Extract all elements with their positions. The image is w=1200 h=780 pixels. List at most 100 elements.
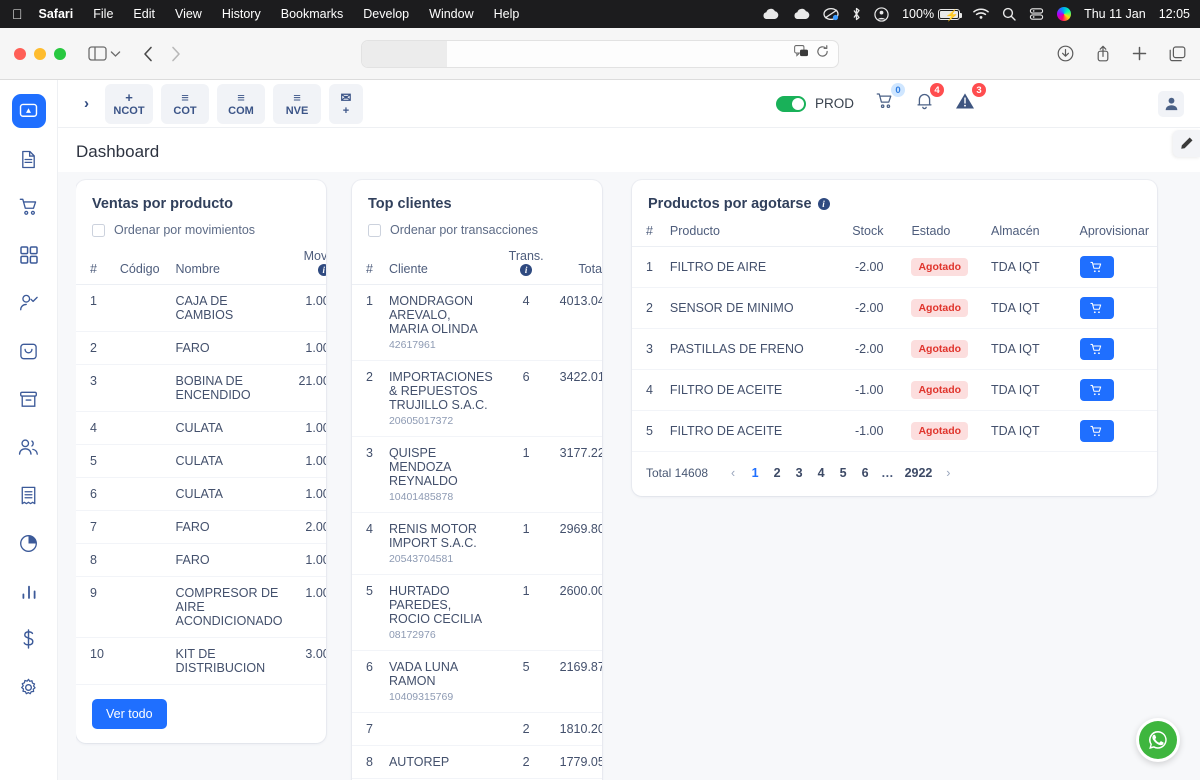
table-row[interactable]: 7 2 1810.20 — [352, 712, 602, 746]
info-icon[interactable]: i — [520, 264, 533, 276]
table-row[interactable]: 4CULATA1.0015 — [76, 411, 326, 445]
bluetooth-icon[interactable] — [852, 7, 861, 21]
address-bar[interactable] — [361, 39, 839, 68]
notifications-bell-icon[interactable]: 4 — [916, 83, 945, 115]
stacks-icon[interactable] — [1029, 7, 1044, 21]
expand-sidebar-icon[interactable]: › — [74, 95, 99, 112]
share-icon[interactable] — [1096, 45, 1110, 62]
pagination-page-6[interactable]: 6 — [854, 464, 876, 482]
sidebar-item-contacts[interactable] — [12, 430, 46, 464]
table-row[interactable]: 4 RENIS MOTOR IMPORT S.A.C. 20543704581 1 29… — [352, 512, 602, 575]
control-center-icon[interactable] — [874, 6, 889, 22]
table-row[interactable]: 4 FILTRO DE ACEITE -1.00 Agotado TDA IQT — [632, 369, 1157, 411]
quick-action-ncot[interactable]: + NCOT — [105, 83, 153, 124]
table-row[interactable]: 7FARO2.0013 — [76, 510, 326, 544]
sidebar-item-documents[interactable] — [12, 142, 46, 176]
menu-item-develop[interactable]: Develop — [363, 7, 409, 21]
ver-todo-button[interactable]: Ver todo — [92, 699, 167, 729]
reload-icon[interactable] — [816, 44, 829, 63]
aprovisionar-button[interactable] — [1079, 297, 1114, 319]
siri-icon[interactable] — [1057, 7, 1072, 21]
sidebar-item-sales-cart[interactable] — [12, 190, 46, 224]
pagination-page-5[interactable]: 5 — [832, 464, 854, 482]
quick-action-com[interactable]: ≡ COM — [217, 83, 265, 124]
pagination-page-2[interactable]: 2 — [766, 464, 788, 482]
battery-indicator[interactable]: 100% ⚡ — [902, 7, 963, 22]
sidebar-item-finance[interactable] — [12, 622, 46, 656]
info-icon[interactable]: i — [317, 264, 326, 276]
sidebar-item-apps-grid[interactable] — [12, 238, 46, 272]
sidebar-item-inbox[interactable] — [12, 334, 46, 368]
user-avatar-button[interactable] — [1158, 90, 1184, 117]
table-row[interactable]: 6 VADA LUNA RAMON 10409315769 5 2169.87 — [352, 650, 602, 713]
table-row[interactable]: 8FARO1.001 — [76, 543, 326, 577]
table-row[interactable]: 5CULATA1.0014 — [76, 444, 326, 478]
table-row[interactable]: 10KIT DE DISTRIBUCION3.0010 — [76, 637, 326, 685]
search-icon[interactable] — [1002, 7, 1016, 21]
ordenar-transacciones-checkbox[interactable] — [368, 223, 381, 237]
table-row[interactable]: 3 QUISPE MENDOZA REYNALDO 10401485878 1 3177… — [352, 436, 602, 513]
wifi-icon[interactable] — [973, 8, 989, 20]
apple-logo-icon[interactable]:  — [12, 7, 23, 21]
table-row[interactable]: 5 HURTADO PAREDES, ROCIO CECILIA 08172976 1… — [352, 574, 602, 651]
sidebar-item-receipt[interactable] — [12, 478, 46, 512]
aprovisionar-button[interactable] — [1079, 379, 1114, 401]
menu-item-safari[interactable]: Safari — [39, 7, 74, 21]
quick-action-nve[interactable]: ≡ NVE — [273, 83, 321, 124]
ordenar-movimientos-checkbox[interactable] — [92, 223, 105, 237]
downloads-icon[interactable] — [1057, 45, 1074, 62]
table-row[interactable]: 6CULATA1.001 — [76, 477, 326, 511]
menu-item-help[interactable]: Help — [494, 7, 520, 21]
pagination-next[interactable]: › — [937, 464, 959, 482]
chevron-down-icon[interactable] — [110, 50, 121, 58]
cloud-icon[interactable] — [761, 8, 779, 20]
table-row[interactable]: 9COMPRESOR DE AIRE ACONDICIONADO1.001 — [76, 576, 326, 638]
table-row[interactable]: 2 IMPORTACIONES & REPUESTOS TRUJILLO S.A.… — [352, 360, 602, 437]
maximize-window-button[interactable] — [54, 47, 66, 60]
new-tab-icon[interactable] — [1132, 46, 1147, 61]
whatsapp-button[interactable] — [1136, 718, 1180, 762]
sidebar-item-bar-chart[interactable] — [12, 574, 46, 608]
menu-item-edit[interactable]: Edit — [133, 7, 155, 21]
env-toggle-switch[interactable] — [776, 95, 806, 112]
table-row[interactable]: 8 AUTOREP 2 1779.05 — [352, 745, 602, 779]
pagination-page-4[interactable]: 4 — [810, 464, 832, 482]
minimize-window-button[interactable] — [34, 47, 46, 60]
table-row[interactable]: 1 FILTRO DE AIRE -2.00 Agotado TDA IQT — [632, 246, 1157, 288]
pagination-prev[interactable]: ‹ — [722, 464, 744, 482]
menu-item-bookmarks[interactable]: Bookmarks — [281, 7, 344, 21]
screen-mirroring-icon[interactable] — [823, 7, 839, 21]
translate-icon[interactable] — [794, 44, 809, 63]
info-icon[interactable]: i — [817, 198, 830, 210]
table-row[interactable]: 5 FILTRO DE ACEITE -1.00 Agotado TDA IQT — [632, 410, 1157, 452]
sidebar-item-archive-box[interactable] — [12, 382, 46, 416]
sidebar-item-dashboard[interactable] — [11, 94, 46, 128]
menubar-time[interactable]: 12:05 — [1159, 7, 1190, 21]
menu-item-history[interactable]: History — [222, 7, 261, 21]
sidebar-item-user-check[interactable] — [12, 286, 46, 320]
pagination-page-3[interactable]: 3 — [788, 464, 810, 482]
quick-action-cot[interactable]: ≡ COT — [161, 83, 209, 124]
table-row[interactable]: 1 MONDRAGON AREVALO, MARIA OLINDA 42617961… — [352, 284, 602, 361]
forward-button[interactable] — [171, 46, 181, 62]
sidebar-toggle-icon[interactable] — [88, 46, 107, 61]
env-toggle[interactable]: PROD — [776, 95, 854, 112]
edit-dashboard-button[interactable] — [1173, 130, 1200, 157]
aprovisionar-button[interactable] — [1079, 420, 1114, 442]
table-row[interactable]: 2 SENSOR DE MINIMO -2.00 Agotado TDA IQT — [632, 287, 1157, 329]
cloud-icon-2[interactable] — [792, 8, 810, 20]
aprovisionar-button[interactable] — [1079, 338, 1114, 360]
back-button[interactable] — [143, 46, 153, 62]
cart-icon[interactable]: 0 — [876, 83, 906, 115]
table-row[interactable]: 3BOBINA DE ENCENDIDO21.0010 — [76, 364, 326, 412]
ordenar-transacciones-checkbox-row[interactable]: Ordenar por transacciones — [352, 212, 602, 243]
menu-item-view[interactable]: View — [175, 7, 202, 21]
close-window-button[interactable] — [14, 47, 26, 60]
ordenar-movimientos-checkbox-row[interactable]: Ordenar por movimientos — [76, 212, 326, 243]
table-row[interactable]: 2FARO1.002 — [76, 331, 326, 365]
table-row[interactable]: 1CAJA DE CAMBIOS1.0025 — [76, 284, 326, 332]
pagination-last-page[interactable]: 2922 — [900, 464, 938, 482]
quick-action-mail-add[interactable]: ✉ + — [329, 83, 363, 124]
menu-item-file[interactable]: File — [93, 7, 113, 21]
table-row[interactable]: 3 PASTILLAS DE FRENO -2.00 Agotado TDA IQT — [632, 328, 1157, 370]
